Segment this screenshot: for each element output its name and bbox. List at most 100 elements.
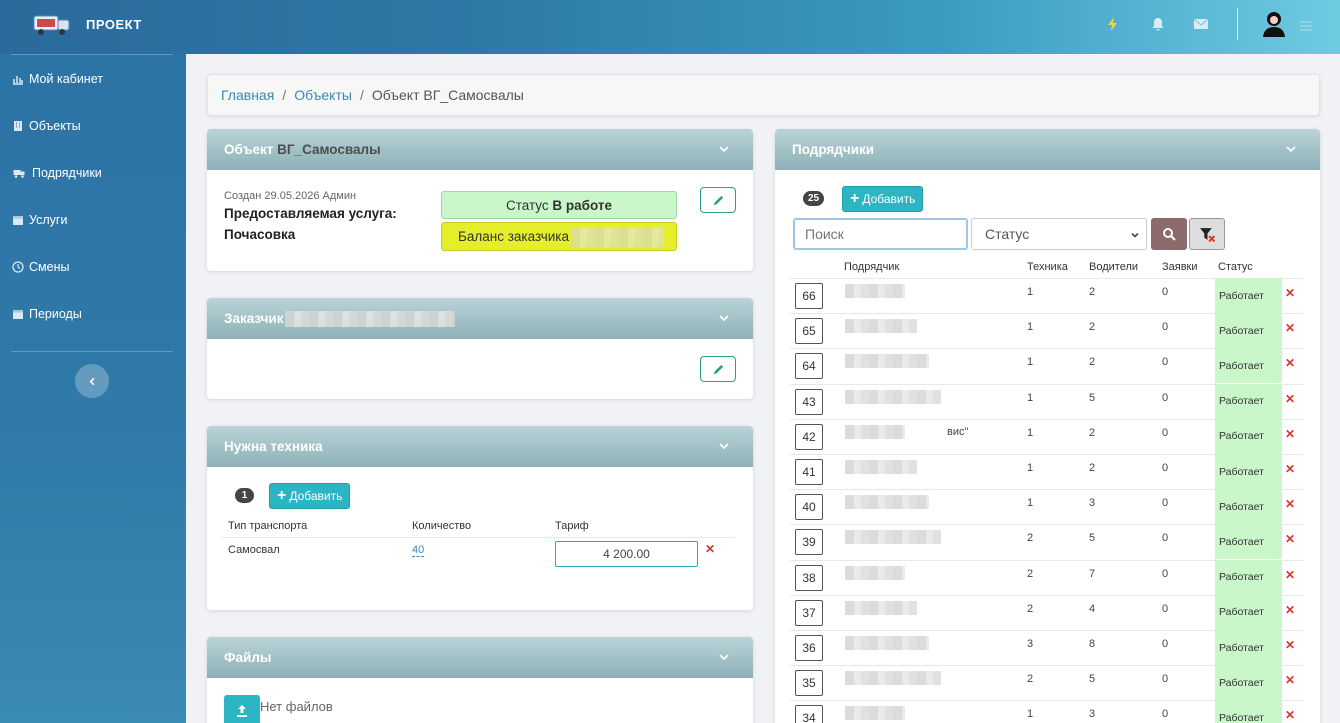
contractor-id-button[interactable]: 38 [795,564,823,591]
redacted-contractor-name [845,460,917,474]
delete-contractor-icon[interactable]: ✕ [1285,392,1295,406]
contractor-id-button[interactable]: 34 [795,705,823,723]
delete-contractor-icon[interactable]: ✕ [1285,497,1295,511]
chevron-down-icon[interactable] [717,439,731,453]
balance-badge: Баланс заказчика [441,222,677,251]
delete-contractor-icon[interactable]: ✕ [1285,356,1295,370]
tech-count-cell: 3 [1027,638,1034,650]
redacted-contractor-name [845,319,917,334]
sidebar-item-services[interactable]: Услуги [12,210,67,230]
status-select[interactable]: Статус [971,218,1147,250]
bell-icon[interactable] [1150,16,1166,32]
calendar-icon [13,310,23,319]
edit-customer-button[interactable] [700,356,736,382]
delete-contractor-icon[interactable]: ✕ [1285,708,1295,722]
sidebar-item-contractors[interactable]: Подрядчики [12,163,102,183]
contractors-card-header[interactable]: Подрядчики [775,129,1320,170]
contractor-search-input[interactable] [793,218,968,250]
redacted-contractor-name [845,284,905,298]
delete-contractor-icon[interactable]: ✕ [1285,427,1295,441]
tariff-input[interactable] [555,541,698,567]
chevron-down-icon[interactable] [717,650,731,664]
redacted-contractor-name [845,530,941,545]
tech-count-cell: 1 [1027,426,1034,439]
delete-contractor-icon[interactable]: ✕ [1285,321,1295,335]
redacted-contractor-name [845,424,905,439]
sidebar-item-objects[interactable]: Объекты [12,116,81,136]
requests-count-cell: 0 [1162,426,1169,439]
contractor-id-button[interactable]: 36 [795,635,823,661]
service-value: Почасовка [224,227,296,242]
sidebar-item-cabinet[interactable]: Мой кабинет [12,69,103,89]
breadcrumb: Главная / Объекты / Объект ВГ_Самосвалы [207,74,1320,116]
chevron-down-icon[interactable] [717,142,731,156]
bolt-icon[interactable] [1105,16,1121,32]
redacted-contractor-name [845,354,929,369]
files-title: Файлы [224,650,272,665]
delete-contractor-icon[interactable]: ✕ [1285,603,1295,617]
col-header-contractor: Подрядчик [844,261,900,273]
add-contractor-button[interactable]: + Добавить [842,186,924,212]
contractor-id-button[interactable]: 41 [795,459,823,485]
contractor-id-button[interactable]: 35 [795,670,823,697]
delete-contractor-icon[interactable]: ✕ [1285,532,1295,546]
status-cell: Работает [1215,454,1282,489]
contractor-id-button[interactable]: 64 [795,353,823,380]
search-button[interactable] [1151,218,1187,250]
upload-file-button[interactable] [224,695,260,723]
drivers-count-cell: 2 [1089,462,1096,474]
contractor-id-button[interactable]: 66 [795,283,823,309]
plus-icon: + [850,190,860,207]
redacted-customer-name [285,310,456,327]
object-card-header[interactable]: Объект ВГ_Самосвалы [207,129,753,170]
edit-object-button[interactable] [700,187,736,213]
requests-count-cell: 0 [1162,497,1169,510]
equipment-card-header[interactable]: Нужна техника [207,426,753,467]
no-files-text: Нет файлов [260,699,333,714]
status-cell: Работает [1215,313,1282,349]
breadcrumb-home-link[interactable]: Главная [221,87,274,103]
status-cell: Работает [1215,524,1282,560]
chevron-down-icon[interactable] [1284,142,1298,156]
sidebar-item-periods[interactable]: Периоды [12,304,82,324]
requests-count-cell: 0 [1162,462,1169,474]
delete-contractor-icon[interactable]: ✕ [1285,286,1295,300]
delete-contractor-icon[interactable]: ✕ [1285,638,1295,652]
col-header-requests: Заявки [1162,261,1198,273]
menu-icon[interactable] [1300,20,1312,32]
contractor-id-button[interactable]: 42 [795,423,823,450]
contractor-id-button[interactable]: 40 [795,494,823,521]
delete-contractor-icon[interactable]: ✕ [1285,568,1295,582]
redacted-contractor-name [845,565,905,580]
breadcrumb-objects-link[interactable]: Объекты [294,87,352,103]
delete-contractor-icon[interactable]: ✕ [1285,462,1295,476]
sidebar-item-shifts[interactable]: Смены [12,257,69,277]
object-title-name: ВГ_Самосвалы [277,142,381,157]
drivers-count-cell: 7 [1089,567,1096,580]
contractor-id-button[interactable]: 43 [795,388,823,415]
upload-icon [237,705,247,717]
user-avatar-icon[interactable] [1262,10,1286,38]
chevron-down-icon[interactable] [717,311,731,325]
envelope-icon[interactable] [1193,16,1209,32]
contractor-id-button[interactable]: 39 [795,529,823,556]
tech-count-cell: 1 [1027,321,1034,334]
contractor-id-button[interactable]: 37 [795,599,823,626]
requests-count-cell: 0 [1162,602,1169,615]
delete-contractor-icon[interactable]: ✕ [1285,673,1295,687]
sidebar-item-label: Объекты [29,119,81,133]
requests-count-cell: 0 [1162,532,1169,545]
equipment-qty-link[interactable]: 40 [412,544,425,557]
clock-icon [12,261,24,273]
drivers-count-cell: 2 [1089,321,1096,334]
status-cell: Работает [1215,348,1282,384]
breadcrumb-current: Объект ВГ_Самосвалы [371,87,524,103]
collapse-sidebar-button[interactable] [75,364,109,398]
delete-equipment-icon[interactable]: ✕ [705,542,715,556]
contractor-id-button[interactable]: 65 [795,318,823,345]
add-equipment-button[interactable]: + Добавить [269,483,351,509]
status-cell: Работает [1215,700,1282,723]
files-card-header[interactable]: Файлы [207,637,753,678]
clear-filter-button[interactable] [1189,218,1225,250]
customer-card-header[interactable]: Заказчик [207,298,753,339]
